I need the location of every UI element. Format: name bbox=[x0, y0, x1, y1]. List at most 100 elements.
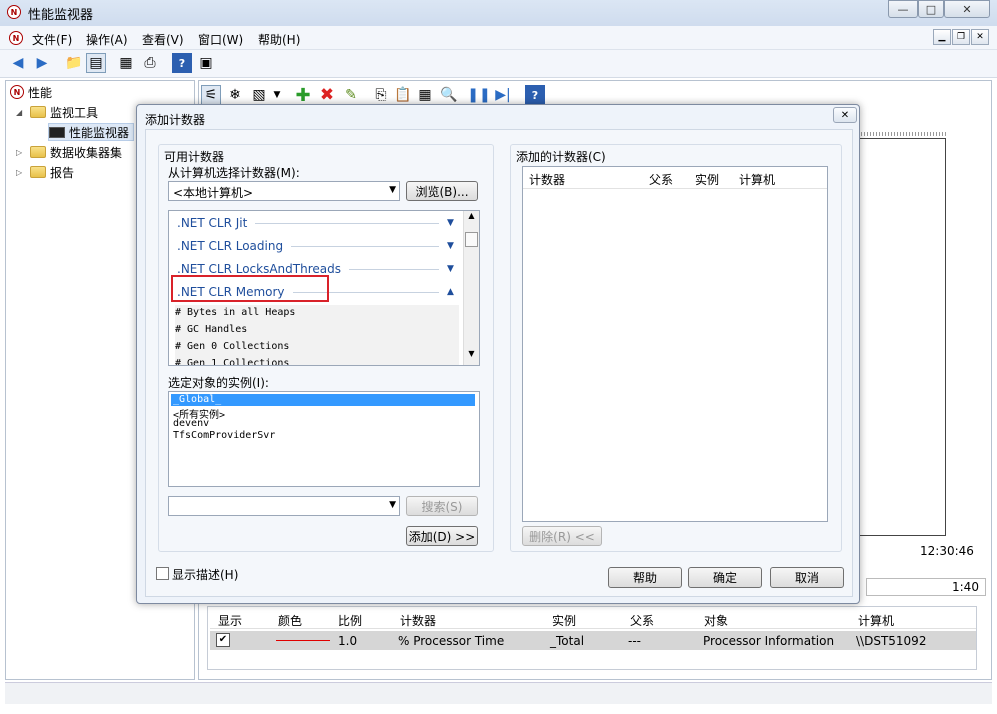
row-instance: _Total bbox=[550, 634, 585, 648]
tree-item-reports[interactable]: ▷ 报告 bbox=[16, 163, 74, 181]
perfmon-node-icon: N bbox=[10, 85, 24, 99]
show-tree-icon[interactable]: ▤ bbox=[86, 53, 106, 73]
menu-view[interactable]: 查看(V) bbox=[142, 31, 184, 48]
graph-canvas bbox=[858, 138, 946, 536]
mdi-restore-icon[interactable]: ❐ bbox=[952, 29, 970, 45]
list-item[interactable]: <所有实例> bbox=[171, 406, 475, 421]
list-item[interactable]: # Gen 0 Collections bbox=[175, 339, 459, 356]
col-object[interactable]: 对象 bbox=[704, 612, 728, 629]
instances-label: 选定对象的实例(I): bbox=[168, 376, 269, 390]
scroll-down-icon[interactable]: ▼ bbox=[464, 349, 479, 363]
list-item[interactable]: _Global_ bbox=[171, 394, 475, 406]
chevron-down-icon: ▼ bbox=[389, 500, 396, 510]
chevron-down-icon[interactable]: ▼ bbox=[447, 218, 459, 228]
list-item[interactable]: # Gen 1 Collections bbox=[175, 356, 459, 365]
zoom-icon[interactable]: 🔍 bbox=[439, 85, 459, 105]
col-instance[interactable]: 实例 bbox=[552, 612, 576, 629]
graph-top-border bbox=[858, 132, 946, 136]
col-scale[interactable]: 比例 bbox=[338, 612, 362, 629]
added-col-instance[interactable]: 实例 bbox=[695, 171, 719, 188]
monitor-chart-icon bbox=[49, 126, 65, 138]
table-row[interactable]: ✔ 1.0 % Processor Time _Total --- Proces… bbox=[210, 631, 976, 650]
tree-item-monitoring-tools[interactable]: ◢ 监视工具 bbox=[16, 103, 98, 121]
add-counter-icon[interactable]: ✚ bbox=[293, 85, 313, 106]
col-show[interactable]: 显示 bbox=[218, 612, 242, 629]
menu-file[interactable]: 文件(F) bbox=[32, 31, 72, 48]
col-computer[interactable]: 计算机 bbox=[858, 612, 894, 629]
computer-combo[interactable]: <本地计算机> ▼ bbox=[168, 181, 400, 201]
close-button[interactable]: ✕ bbox=[944, 0, 990, 18]
chevron-down-icon[interactable]: ▼ bbox=[447, 264, 459, 274]
add-button[interactable]: 添加(D) >> bbox=[406, 526, 478, 546]
mdi-close-icon[interactable]: ✕ bbox=[971, 29, 989, 45]
paste-icon[interactable]: 📋 bbox=[393, 85, 413, 105]
graph-view-icon[interactable]: ⚟ bbox=[201, 85, 221, 105]
view-icon[interactable]: ▣ bbox=[196, 53, 216, 73]
help-icon[interactable]: ? bbox=[172, 53, 192, 73]
properties-icon[interactable]: ▦ bbox=[415, 85, 435, 105]
show-description-checkbox[interactable] bbox=[156, 567, 169, 580]
counter-list-scrollbar[interactable]: ▲ ▼ bbox=[463, 211, 479, 365]
graph-type-chevron-down-icon[interactable]: ▼ bbox=[267, 85, 287, 105]
freeze-icon[interactable]: ❄ bbox=[225, 85, 245, 105]
pause-icon[interactable]: ❚❚ bbox=[467, 85, 490, 105]
update-data-icon[interactable]: ▶| bbox=[493, 85, 513, 105]
menu-window[interactable]: 窗口(W) bbox=[198, 31, 243, 48]
minimize-button[interactable]: — bbox=[888, 0, 918, 18]
graph-time: 12:30:46 bbox=[920, 544, 974, 558]
mdi-minimize-icon[interactable]: ▁ bbox=[933, 29, 951, 45]
list-item[interactable]: TfsComProviderSvr bbox=[171, 430, 475, 442]
show-description-label: 显示描述(H) bbox=[172, 568, 239, 582]
added-col-computer[interactable]: 计算机 bbox=[739, 171, 775, 188]
row-object: Processor Information bbox=[703, 634, 835, 648]
added-col-counter[interactable]: 计数器 bbox=[529, 171, 565, 188]
remove-button[interactable]: 删除(R) << bbox=[522, 526, 602, 546]
col-counter[interactable]: 计数器 bbox=[400, 612, 436, 629]
show-checkbox[interactable]: ✔ bbox=[216, 633, 230, 647]
up-folder-icon[interactable]: 📁 bbox=[64, 53, 84, 73]
dialog-close-button[interactable]: ✕ bbox=[833, 107, 857, 123]
select-from-computer-label: 从计算机选择计数器(M): bbox=[168, 166, 300, 180]
search-button[interactable]: 搜索(S) bbox=[406, 496, 478, 516]
help-icon[interactable]: ? bbox=[525, 85, 545, 105]
change-graph-type-icon[interactable]: ▧ bbox=[249, 85, 269, 105]
maximize-button[interactable]: □ bbox=[918, 0, 944, 18]
list-item[interactable]: # Bytes in all Heaps bbox=[175, 305, 459, 322]
chevron-up-icon[interactable]: ▲ bbox=[447, 287, 459, 297]
list-item[interactable]: .NET CLR Loading ▼ bbox=[177, 236, 459, 256]
print-icon[interactable]: ⎙ bbox=[140, 53, 160, 73]
highlight-pen-icon[interactable]: ✎ bbox=[341, 85, 361, 105]
browse-button[interactable]: 浏览(B)... bbox=[406, 181, 478, 201]
collapsed-triangle-icon[interactable]: ▷ bbox=[16, 148, 26, 157]
list-item[interactable]: devenv bbox=[171, 418, 475, 430]
close-icon: ✕ bbox=[840, 109, 850, 121]
tree-item-performance[interactable]: N 性能 bbox=[10, 83, 52, 101]
row-parent: --- bbox=[628, 634, 641, 648]
search-combo[interactable]: ▼ bbox=[168, 496, 400, 516]
graph-duration: 1:40 bbox=[952, 580, 979, 594]
scroll-up-icon[interactable]: ▲ bbox=[464, 211, 479, 225]
tree-item-performance-monitor[interactable]: 性能监视器 bbox=[48, 123, 135, 141]
menu-app-icon[interactable]: N bbox=[9, 31, 23, 45]
menu-action[interactable]: 操作(A) bbox=[86, 31, 128, 48]
menu-help[interactable]: 帮助(H) bbox=[258, 31, 300, 48]
list-item[interactable]: .NET CLR Jit ▼ bbox=[177, 213, 459, 233]
tree-item-data-collector-sets[interactable]: ▷ 数据收集器集 bbox=[16, 143, 122, 161]
delete-counter-icon[interactable]: ✖ bbox=[317, 85, 337, 105]
added-col-parent[interactable]: 父系 bbox=[649, 171, 673, 188]
help-button[interactable]: 帮助 bbox=[608, 567, 682, 588]
forward-arrow-icon[interactable]: ▶ bbox=[32, 53, 52, 73]
copy-icon[interactable]: ⎘ bbox=[371, 85, 391, 105]
expanded-triangle-icon[interactable]: ◢ bbox=[16, 108, 26, 117]
list-item[interactable]: # GC Handles bbox=[175, 322, 459, 339]
properties-icon[interactable]: ▦ bbox=[116, 53, 136, 73]
chevron-down-icon[interactable]: ▼ bbox=[447, 241, 459, 251]
back-arrow-icon[interactable]: ◀ bbox=[8, 53, 28, 73]
chevron-down-icon: ▼ bbox=[389, 185, 396, 195]
collapsed-triangle-icon[interactable]: ▷ bbox=[16, 168, 26, 177]
ok-button[interactable]: 确定 bbox=[688, 567, 762, 588]
col-color[interactable]: 颜色 bbox=[278, 612, 302, 629]
cancel-button[interactable]: 取消 bbox=[770, 567, 844, 588]
scroll-thumb[interactable] bbox=[465, 232, 478, 247]
col-parent[interactable]: 父系 bbox=[630, 612, 654, 629]
